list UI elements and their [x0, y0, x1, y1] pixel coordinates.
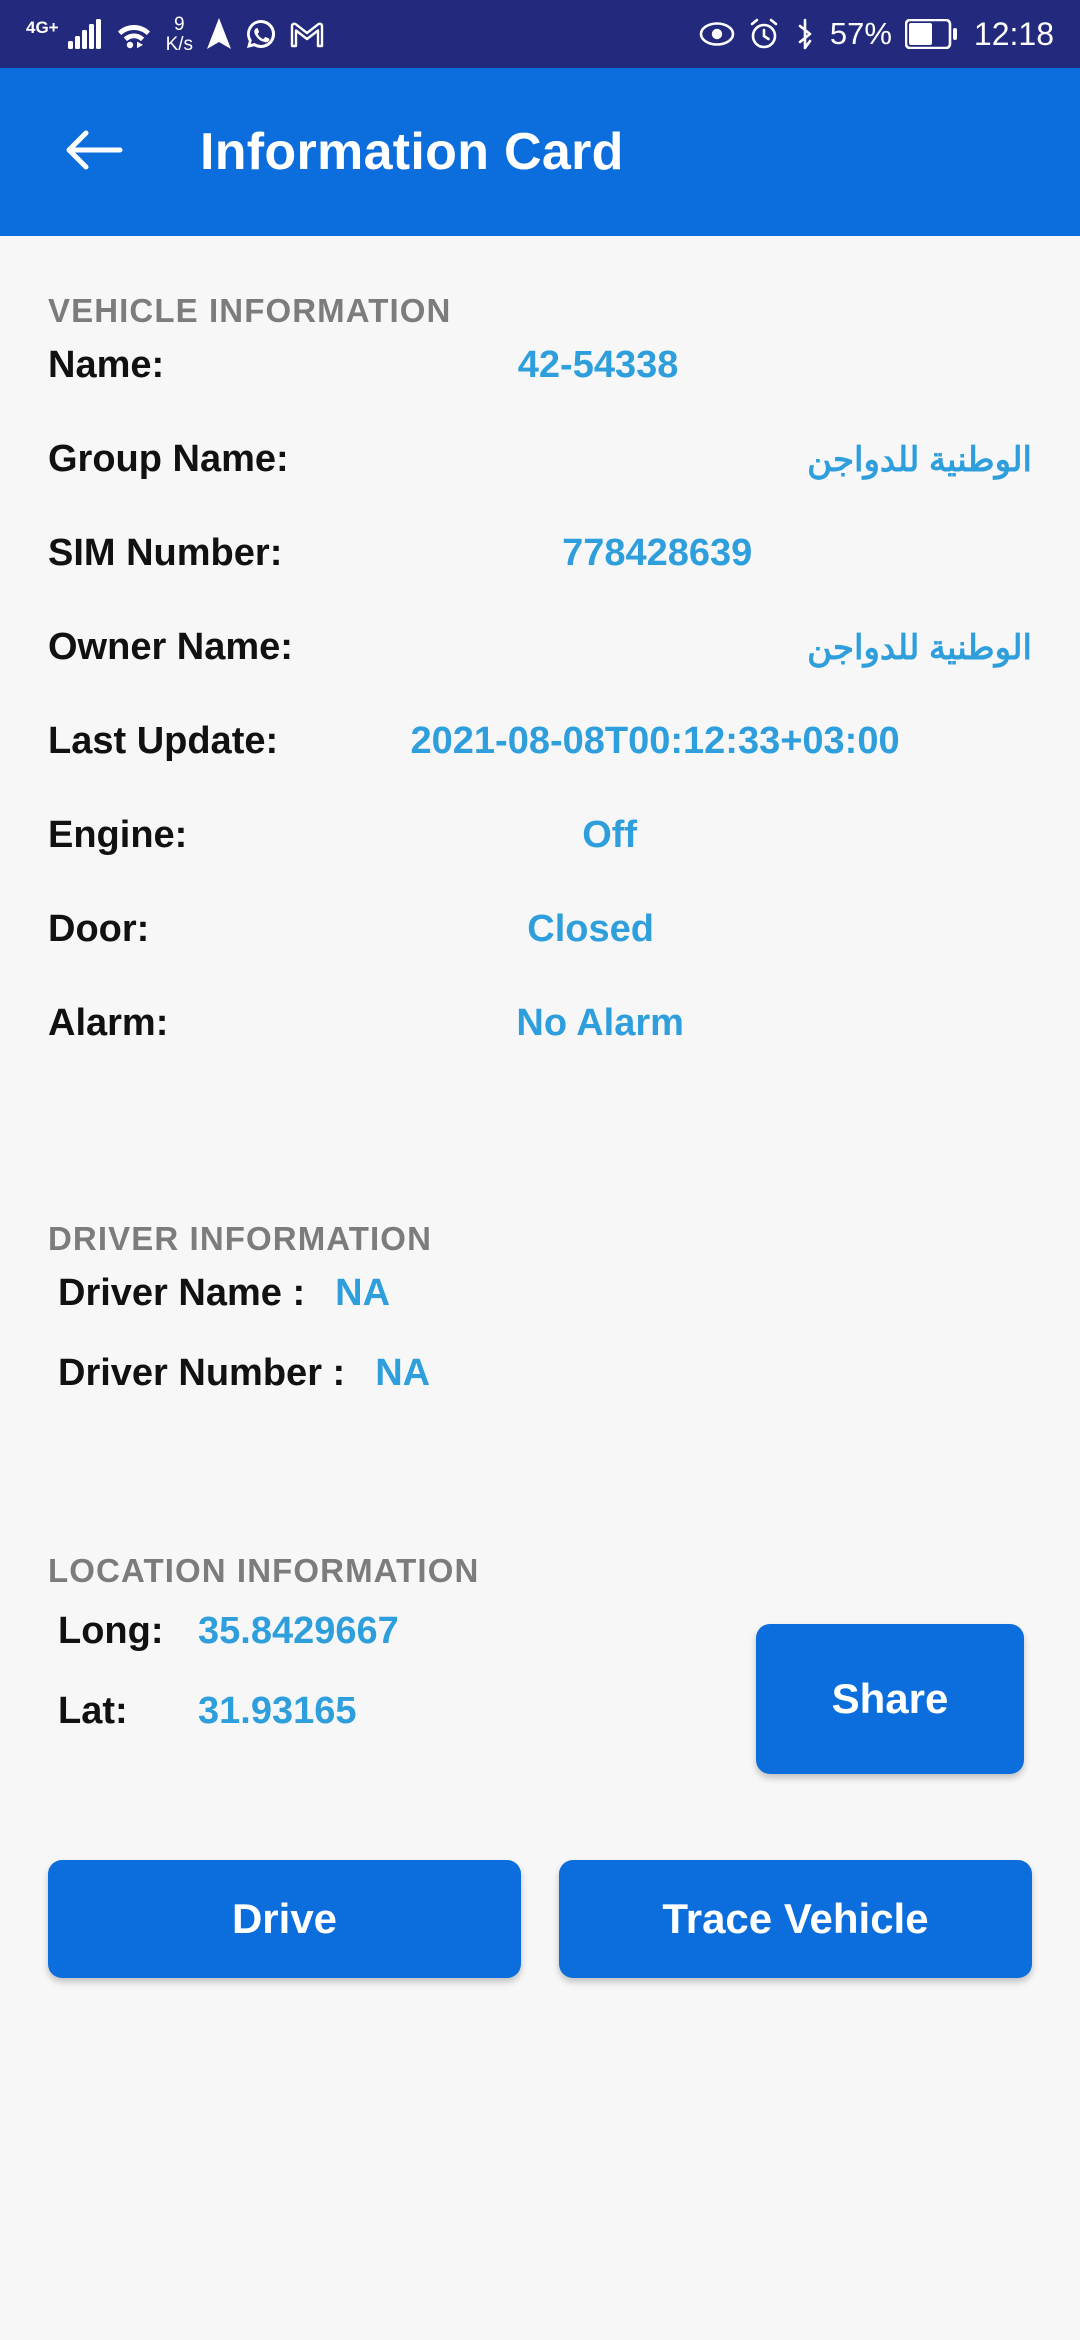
battery-percent-label: 57%: [829, 16, 892, 51]
info-value: 2021-08-08T00:12:33+03:00: [410, 720, 900, 762]
content-area: VEHICLE INFORMATION Name: 42-54338 Group…: [0, 292, 1080, 1774]
bluetooth-icon: [793, 18, 817, 50]
arrow-left-icon: [64, 128, 124, 177]
info-label: Owner Name:: [48, 626, 293, 668]
section-header-vehicle: VEHICLE INFORMATION: [48, 292, 452, 329]
info-row-door: Door: Closed: [48, 908, 1032, 1002]
gmail-icon: [290, 20, 324, 48]
info-value: الوطنية للدواجن: [807, 441, 1032, 479]
action-button-bar: Drive Trace Vehicle: [0, 1860, 1080, 1978]
data-rate-unit: K/s: [165, 33, 194, 55]
info-label: Engine:: [48, 814, 188, 856]
share-button[interactable]: Share: [756, 1624, 1024, 1774]
section-header-driver: DRIVER INFORMATION: [48, 1220, 433, 1257]
info-label: Last Update:: [48, 720, 279, 762]
trace-vehicle-button[interactable]: Trace Vehicle: [559, 1860, 1032, 1978]
info-row-owner-name: Owner Name: الوطنية للدواجن: [48, 626, 1032, 720]
info-row-name: Name: 42-54338: [48, 344, 1032, 438]
data-rate-value: 9: [174, 13, 185, 35]
navigation-icon: [206, 18, 232, 50]
info-label: SIM Number:: [48, 532, 283, 574]
page-title: Information Card: [200, 123, 624, 181]
info-row-last-update: Last Update: 2021-08-08T00:12:33+03:00: [48, 720, 1032, 814]
info-value: NA: [335, 1272, 391, 1314]
info-value: No Alarm: [516, 1002, 684, 1044]
info-value: 31.93165: [198, 1690, 357, 1732]
info-value: الوطنية للدواجن: [807, 629, 1032, 667]
info-row-sim-number: SIM Number: 778428639: [48, 532, 1032, 626]
vehicle-info-list: Name: 42-54338 Group Name: الوطنية للدوا…: [48, 344, 1032, 1096]
status-bar-right: 57% 12:18: [699, 16, 1054, 53]
info-label: Driver Name :: [58, 1272, 306, 1314]
driver-info-list: Driver Name : NA Driver Number : NA: [48, 1272, 1032, 1432]
info-value: Off: [582, 814, 638, 856]
data-rate-indicator: 9 K/s: [166, 15, 193, 54]
info-row-driver-name: Driver Name : NA: [58, 1272, 1032, 1352]
eye-icon: [699, 20, 735, 48]
info-row-latitude: Lat: 31.93165: [58, 1690, 756, 1770]
status-bar-left: 4G+ 9 K/s: [26, 15, 324, 54]
info-label: Door:: [48, 908, 150, 950]
signal-icon: [67, 19, 102, 49]
info-row-longitude: Long: 35.8429667: [58, 1610, 756, 1690]
info-value: Closed: [527, 908, 654, 950]
status-bar: 4G+ 9 K/s 57% 12:18: [0, 0, 1080, 68]
info-label: Alarm:: [48, 1002, 169, 1044]
info-value: 778428639: [562, 532, 753, 574]
alarm-icon: [748, 18, 780, 50]
info-label: Group Name:: [48, 438, 289, 480]
location-info-block: Long: 35.8429667 Lat: 31.93165 Share: [48, 1604, 1032, 1774]
back-button[interactable]: [58, 116, 130, 188]
drive-button[interactable]: Drive: [48, 1860, 521, 1978]
info-value: 42-54338: [517, 344, 679, 386]
info-row-group-name: Group Name: الوطنية للدواجن: [48, 438, 1032, 532]
battery-icon: [904, 19, 957, 49]
info-label: Driver Number :: [58, 1352, 346, 1394]
coordinates-list: Long: 35.8429667 Lat: 31.93165: [48, 1604, 756, 1770]
section-header-location: LOCATION INFORMATION: [48, 1552, 480, 1589]
network-type-label: 4G+: [26, 17, 59, 37]
info-value: 35.8429667: [198, 1610, 399, 1652]
info-label: Lat:: [58, 1690, 128, 1732]
clock-label: 12:18: [973, 15, 1054, 52]
info-label: Long:: [58, 1610, 164, 1652]
whatsapp-icon: [245, 18, 277, 50]
app-bar: Information Card: [0, 68, 1080, 236]
info-row-alarm: Alarm: No Alarm: [48, 1002, 1032, 1096]
wifi-icon: [115, 19, 153, 49]
info-label: Name:: [48, 344, 165, 386]
info-row-engine: Engine: Off: [48, 814, 1032, 908]
info-value: NA: [375, 1352, 431, 1394]
info-row-driver-number: Driver Number : NA: [58, 1352, 1032, 1432]
